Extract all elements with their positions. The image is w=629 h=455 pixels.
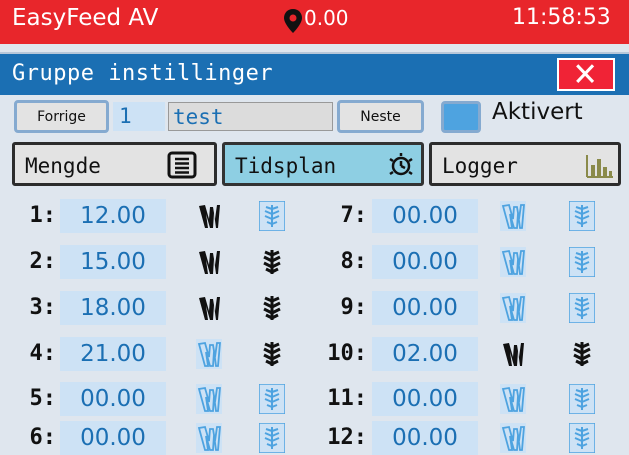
sprout-on-icon[interactable] (259, 293, 285, 323)
close-button[interactable] (557, 58, 615, 91)
schedule-index-label: 12: (327, 425, 367, 450)
feeding-off-icon[interactable] (500, 423, 526, 453)
app-title: EasyFeed AV (12, 5, 159, 31)
group-name-field[interactable]: test (168, 102, 333, 131)
schedule-time-field[interactable]: 21.00 (60, 337, 166, 371)
next-button[interactable]: Neste (337, 100, 424, 133)
schedule-time-field[interactable]: 12.00 (60, 199, 166, 233)
sprout-off-icon[interactable] (569, 293, 595, 323)
feeding-off-icon[interactable] (196, 339, 222, 369)
schedule-index-label: 9: (340, 295, 368, 320)
schedule-index-label: 3: (29, 295, 57, 320)
sprout-off-icon[interactable] (569, 384, 595, 414)
feeding-off-icon[interactable] (196, 384, 222, 414)
feeding-off-icon[interactable] (500, 247, 526, 277)
previous-button[interactable]: Forrige (14, 100, 109, 133)
schedule-time-field[interactable]: 00.00 (60, 421, 166, 455)
feeding-off-icon[interactable] (500, 201, 526, 231)
active-label: Aktivert (492, 99, 583, 125)
schedule-time-field[interactable]: 00.00 (372, 245, 478, 279)
tab-log[interactable]: Logger (429, 142, 621, 186)
schedule-time-field[interactable]: 00.00 (372, 291, 478, 325)
sprout-on-icon[interactable] (259, 339, 285, 369)
sprout-off-icon[interactable] (259, 201, 285, 231)
schedule-time-field[interactable]: 00.00 (60, 382, 166, 416)
active-checkbox[interactable] (441, 101, 481, 133)
feeding-on-icon[interactable] (196, 247, 222, 277)
timer-icon (387, 151, 415, 184)
schedule-time-field[interactable]: 00.00 (372, 421, 478, 455)
schedule-index-label: 7: (340, 203, 368, 228)
feeding-on-icon[interactable] (196, 293, 222, 323)
schedule-index-label: 2: (29, 249, 57, 274)
schedule-index-label: 8: (340, 249, 368, 274)
feeding-on-icon[interactable] (500, 339, 526, 369)
clock: 11:58:53 (512, 5, 611, 30)
schedule-time-field[interactable]: 02.00 (372, 337, 478, 371)
feeding-off-icon[interactable] (196, 423, 222, 453)
schedule-index-label: 1: (29, 203, 57, 228)
tab-schedule-label: Tidsplan (235, 154, 337, 178)
sprout-off-icon[interactable] (259, 423, 285, 453)
schedule-index-label: 5: (29, 386, 57, 411)
sprout-on-icon[interactable] (259, 247, 285, 277)
schedule-index-label: 11: (327, 386, 367, 411)
sprout-on-icon[interactable] (569, 339, 595, 369)
title-bar: Gruppe instillinger (0, 52, 629, 95)
schedule-time-field[interactable]: 18.00 (60, 291, 166, 325)
location-pin-icon (283, 8, 303, 34)
feeding-off-icon[interactable] (500, 293, 526, 323)
sprout-off-icon[interactable] (569, 423, 595, 453)
tab-log-label: Logger (442, 154, 518, 178)
schedule-index-label: 6: (29, 425, 57, 450)
schedule-time-field[interactable]: 15.00 (60, 245, 166, 279)
tab-amount-label: Mengde (25, 154, 101, 178)
group-number-field[interactable]: 1 (113, 102, 165, 131)
location-value: 0.00 (304, 6, 349, 30)
tab-schedule[interactable]: Tidsplan (222, 142, 424, 186)
feeding-on-icon[interactable] (196, 201, 222, 231)
feeding-off-icon[interactable] (500, 384, 526, 414)
schedule-time-field[interactable]: 00.00 (372, 382, 478, 416)
schedule-index-label: 4: (29, 341, 57, 366)
list-icon (167, 151, 197, 184)
schedule-index-label: 10: (327, 341, 367, 366)
schedule-time-field[interactable]: 00.00 (372, 199, 478, 233)
bar-chart-icon (584, 153, 614, 184)
status-bar: EasyFeed AV 0.00 11:58:53 (0, 0, 629, 44)
sprout-off-icon[interactable] (569, 247, 595, 277)
tab-amount[interactable]: Mengde (12, 142, 217, 186)
close-icon (559, 60, 613, 89)
sprout-off-icon[interactable] (569, 201, 595, 231)
page-title: Gruppe instillinger (12, 61, 274, 86)
sprout-off-icon[interactable] (259, 384, 285, 414)
